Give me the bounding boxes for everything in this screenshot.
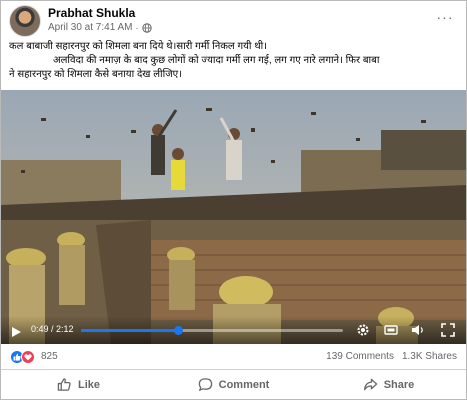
share-icon <box>363 377 378 392</box>
globe-icon <box>141 22 152 33</box>
author-name[interactable]: Prabhat Shukla <box>48 6 135 20</box>
love-reaction-icon <box>21 350 35 364</box>
reaction-icons[interactable] <box>10 350 38 364</box>
post-header: Prabhat Shukla April 30 at 7:41 AM · ··· <box>1 1 466 37</box>
comments-count[interactable]: 139 Comments <box>326 351 394 362</box>
video-frame <box>1 90 466 344</box>
video-controls: 0:49 / 2:12 <box>1 316 466 344</box>
author-avatar[interactable] <box>9 5 41 37</box>
reaction-count[interactable]: 825 <box>41 351 58 362</box>
fullscreen-icon[interactable] <box>441 323 455 337</box>
hd-icon[interactable] <box>384 323 398 337</box>
like-icon <box>57 377 72 392</box>
caption-line: अलविदा की नमाज़ के बाद कुछ लोगों को ज्या… <box>53 55 380 66</box>
post-actions: Like Comment Share <box>1 370 466 399</box>
like-button[interactable]: Like <box>1 370 156 399</box>
facebook-post: Prabhat Shukla April 30 at 7:41 AM · ···… <box>0 0 467 400</box>
video-progress-bar[interactable] <box>81 326 343 335</box>
more-options-icon[interactable]: ··· <box>433 7 457 27</box>
comment-icon <box>198 377 213 392</box>
caption-line: कल बाबाजी सहारनपुर को शिमला बना दिये थे।… <box>9 41 268 52</box>
like-label: Like <box>77 378 100 391</box>
post-stats: 139 Comments 1.3K Shares <box>326 351 457 362</box>
post-caption: कल बाबाजी सहारनपुर को शिमला बना दिये थे।… <box>9 40 461 82</box>
comment-label: Comment <box>218 378 270 391</box>
meta-separator: · <box>135 22 139 33</box>
video-time: 0:49 / 2:12 <box>31 324 74 334</box>
reactions-bar: 825 139 Comments 1.3K Shares <box>1 344 466 370</box>
shares-count[interactable]: 1.3K Shares <box>402 351 457 362</box>
play-icon[interactable] <box>10 325 22 337</box>
post-meta: April 30 at 7:41 AM · <box>48 22 152 33</box>
settings-icon[interactable] <box>356 323 370 337</box>
caption-line: ने सहारनपुर को शिमला कैसे बनाया देख लीजि… <box>9 69 182 80</box>
video-player[interactable]: 0:49 / 2:12 <box>1 90 466 344</box>
comment-button[interactable]: Comment <box>156 370 311 399</box>
video-progress-fill <box>81 329 178 332</box>
post-date[interactable]: April 30 at 7:41 AM <box>48 22 133 33</box>
share-button[interactable]: Share <box>311 370 466 399</box>
video-progress-handle[interactable] <box>173 326 183 335</box>
share-label: Share <box>383 378 415 391</box>
volume-icon[interactable] <box>411 323 425 337</box>
